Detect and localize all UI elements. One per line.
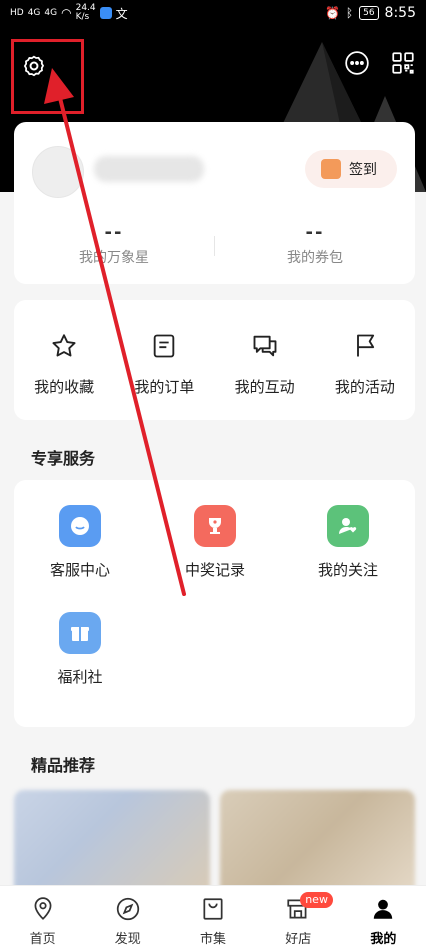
tab-stores[interactable]: new 好店 xyxy=(256,886,341,951)
tab-market-label: 市集 xyxy=(200,932,227,947)
bluetooth-icon: ᛒ xyxy=(345,6,354,20)
gift-icon xyxy=(59,612,101,654)
avatar[interactable] xyxy=(32,146,84,198)
home-location-icon xyxy=(34,897,52,920)
wifi-icon: ◠ xyxy=(61,6,72,20)
tab-profile[interactable]: 我的 xyxy=(341,886,426,951)
signin-button[interactable]: 签到 xyxy=(305,150,397,188)
quick-action-interactions-label: 我的互动 xyxy=(234,378,295,396)
tab-profile-label: 我的 xyxy=(370,932,397,947)
quick-action-interactions[interactable]: 我的互动 xyxy=(215,300,315,420)
quick-actions-card: 我的收藏 我的订单 我的互动 我的活动 xyxy=(14,300,415,420)
network-label-2: 4G xyxy=(27,8,41,18)
flag-icon xyxy=(356,334,374,357)
annotation-highlight-box xyxy=(11,39,84,114)
quick-action-orders-label: 我的订单 xyxy=(134,378,195,396)
profile-icon xyxy=(374,899,393,919)
stat-stars-value: -- xyxy=(104,222,124,243)
service-following-label: 我的关注 xyxy=(317,561,378,579)
services-card: 客服中心 中奖记录 我的关注 福利社 xyxy=(14,480,415,727)
stat-stars-label: 我的万象星 xyxy=(79,250,149,266)
quick-action-favorites-label: 我的收藏 xyxy=(34,378,95,396)
network-label-3: 4G xyxy=(44,8,58,18)
tab-discover[interactable]: 发现 xyxy=(85,886,170,951)
service-welfare-label: 福利社 xyxy=(57,668,103,686)
header-actions xyxy=(344,50,416,76)
tab-discover-label: 发现 xyxy=(114,932,141,947)
tab-stores-label: 好店 xyxy=(285,932,312,947)
service-customer-center-label: 客服中心 xyxy=(49,561,110,579)
recommend-card-1[interactable] xyxy=(14,790,210,890)
stat-coupons-label: 我的券包 xyxy=(287,250,343,266)
battery-indicator: 56 xyxy=(359,6,379,20)
service-customer-center[interactable]: 客服中心 xyxy=(15,505,145,580)
network-label-1: HD xyxy=(10,8,24,18)
recommend-card-2[interactable] xyxy=(220,790,415,890)
service-following[interactable]: 我的关注 xyxy=(283,505,413,580)
quick-action-events[interactable]: 我的活动 xyxy=(315,300,415,420)
service-prize-records[interactable]: 中奖记录 xyxy=(150,505,280,580)
shopping-bag-icon xyxy=(203,898,223,920)
stat-coupons-value: -- xyxy=(305,222,325,243)
bottom-tab-bar: 首页 发现 市集 new 好店 我的 xyxy=(0,885,426,951)
tab-home[interactable]: 首页 xyxy=(0,886,85,951)
qr-scan-icon[interactable] xyxy=(390,50,416,76)
message-icon[interactable] xyxy=(344,50,370,76)
username-blurred xyxy=(94,156,204,182)
quick-action-favorites[interactable]: 我的收藏 xyxy=(14,300,114,420)
recommend-title: 精品推荐 xyxy=(31,756,96,775)
new-badge: new xyxy=(300,892,333,908)
status-right: ⏰ ᛒ 56 8:55 xyxy=(325,5,416,21)
customer-service-icon xyxy=(59,505,101,547)
quick-action-orders[interactable]: 我的订单 xyxy=(114,300,214,420)
shield-app-icon xyxy=(99,7,112,19)
services-title: 专享服务 xyxy=(31,449,96,468)
alarm-icon: ⏰ xyxy=(324,6,340,20)
stat-coupons[interactable]: -- 我的券包 xyxy=(215,222,415,267)
service-welfare[interactable]: 福利社 xyxy=(15,612,145,687)
tab-home-label: 首页 xyxy=(29,932,56,947)
speed-unit: K/s xyxy=(75,12,90,22)
status-left: HD 4G 4G ◠ 24.4 K/s ⽂ xyxy=(10,4,128,22)
status-bar: HD 4G 4G ◠ 24.4 K/s ⽂ ⏰ ᛒ 56 8:55 xyxy=(0,0,426,26)
trophy-icon xyxy=(194,505,236,547)
order-icon xyxy=(154,334,175,358)
tab-market[interactable]: 市集 xyxy=(170,886,255,951)
quick-action-events-label: 我的活动 xyxy=(334,378,395,396)
star-icon xyxy=(52,334,76,357)
compass-icon xyxy=(116,897,139,921)
stat-stars[interactable]: -- 我的万象星 xyxy=(14,222,214,267)
translate-icon: ⽂ xyxy=(115,6,128,21)
service-prize-records-label: 中奖记录 xyxy=(184,561,245,579)
chat-icon xyxy=(253,335,277,357)
signin-label: 签到 xyxy=(349,162,377,178)
follow-icon xyxy=(327,505,369,547)
calendar-check-icon xyxy=(321,159,341,179)
user-card: 签到 -- 我的万象星 -- 我的券包 xyxy=(14,122,415,284)
status-time: 8:55 xyxy=(384,5,416,21)
